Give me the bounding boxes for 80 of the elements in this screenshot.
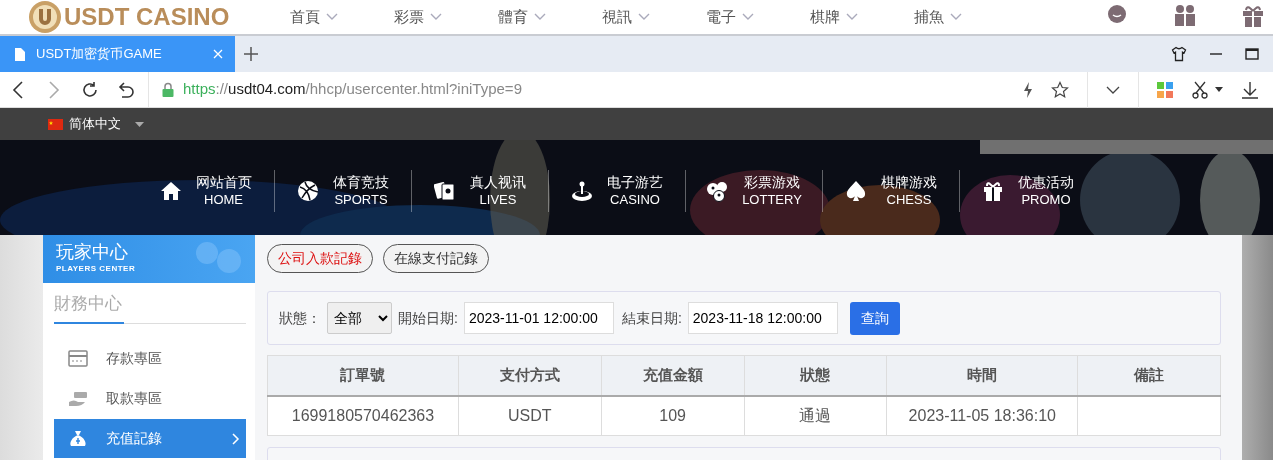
balls-icon — [706, 180, 729, 202]
gift-icon[interactable] — [1241, 4, 1265, 28]
nav-link[interactable]: 电子游艺 CASINO — [548, 170, 685, 212]
ball-icon — [297, 180, 319, 202]
star-icon[interactable] — [1051, 80, 1069, 99]
sidebar-item[interactable]: 存款專區 — [54, 339, 246, 378]
close-icon[interactable] — [213, 49, 223, 59]
menu-item[interactable]: 體育 — [498, 5, 602, 29]
table-cell: 1699180570462363 — [267, 395, 459, 436]
page-icon — [14, 46, 26, 62]
column-header: 訂單號 — [267, 355, 459, 396]
menu-item[interactable]: 電子 — [706, 5, 810, 29]
undo-icon[interactable] — [117, 80, 135, 99]
people-icon[interactable] — [1173, 4, 1197, 28]
hand-cash-icon — [68, 389, 88, 408]
column-header: 狀態 — [744, 355, 887, 396]
menu-item[interactable]: 首頁 — [290, 5, 394, 29]
coin-logo-icon — [28, 0, 62, 34]
record-tab[interactable]: 公司入款記錄 — [267, 244, 373, 273]
caret-icon[interactable] — [1215, 87, 1223, 92]
column-header: 備註 — [1077, 355, 1221, 396]
language-selector[interactable]: 简体中文 — [69, 114, 144, 134]
nav-link[interactable]: 彩票游戏 LOTTERY — [685, 170, 822, 212]
table-cell: 2023-11-05 18:36:10 — [886, 395, 1078, 436]
table-cell: USDT — [458, 395, 602, 436]
shirt-icon[interactable] — [1171, 46, 1187, 62]
menu-item[interactable]: 彩票 — [394, 5, 498, 29]
address-field[interactable]: https://usdt04.com/hhcp/usercenter.html?iniType=9 — [183, 78, 522, 101]
field-label: 狀態： — [279, 308, 321, 328]
caret-icon — [135, 121, 144, 127]
menu-item[interactable]: 棋牌 — [810, 5, 914, 29]
sidebar-item[interactable]: 充值記錄 — [54, 419, 246, 458]
money-bag-icon — [68, 429, 88, 448]
cards-icon — [434, 180, 456, 202]
date-field[interactable]: 2023-11-18 12:00:00 — [687, 302, 838, 334]
table-cell: 109 — [601, 395, 745, 436]
column-header: 支付方式 — [458, 355, 602, 396]
nav-link[interactable]: 真人视讯 LIVES — [411, 170, 548, 212]
nav-link[interactable]: 优惠活动 PROMO — [959, 170, 1096, 212]
chevron-down-icon — [950, 13, 962, 21]
sidebar-item[interactable]: 取款專區 — [54, 379, 246, 418]
chevron-down-icon — [742, 13, 754, 21]
nav-link[interactable]: 体育竞技 SPORTS — [274, 170, 411, 212]
status-select[interactable]: 全部 — [327, 302, 392, 334]
new-tab-icon[interactable] — [243, 46, 259, 62]
chevron-down-icon — [846, 13, 858, 21]
chevron-down-icon — [430, 13, 442, 21]
column-header: 充值金額 — [601, 355, 745, 396]
date-field[interactable]: 2023-11-01 12:00:00 — [463, 302, 614, 334]
reload-icon[interactable] — [81, 80, 99, 99]
logo-text: USDT CASINO — [64, 2, 230, 32]
scissors-icon[interactable] — [1191, 80, 1209, 99]
record-tab[interactable]: 在線支付記錄 — [383, 244, 489, 273]
sidebar-header: 玩家中心 PLAYERS CENTER — [43, 235, 255, 283]
nav-link[interactable]: 棋牌游戏 CHESS — [822, 170, 959, 212]
maximize-icon[interactable] — [1245, 47, 1259, 61]
chevron-right-icon — [232, 432, 240, 445]
back-icon[interactable] — [11, 80, 25, 99]
home-icon — [159, 180, 182, 202]
nav-link[interactable]: 网站首页 HOME — [137, 170, 274, 212]
menu-item[interactable]: 視訊 — [602, 5, 706, 29]
field-label: 結束日期: — [621, 308, 682, 328]
chevron-down-icon[interactable] — [1106, 84, 1120, 95]
chevron-down-icon — [638, 13, 650, 21]
flag-icon — [48, 118, 63, 130]
chevron-down-icon — [326, 13, 338, 21]
download-icon[interactable] — [1241, 80, 1259, 99]
joystick-icon — [571, 180, 593, 202]
gift-icon — [982, 180, 1004, 202]
menu-item[interactable]: 捕魚 — [914, 5, 1018, 29]
lock-icon — [161, 81, 175, 98]
spade-icon — [845, 180, 867, 202]
table-cell: 通過 — [744, 395, 887, 436]
apps-icon[interactable] — [1157, 81, 1173, 98]
card-icon — [68, 349, 88, 368]
column-header: 時間 — [886, 355, 1078, 396]
field-label: 開始日期: — [398, 308, 458, 328]
chevron-down-icon — [534, 13, 546, 21]
lightning-icon[interactable] — [1023, 81, 1033, 98]
search-button[interactable]: 查詢 — [849, 301, 900, 335]
